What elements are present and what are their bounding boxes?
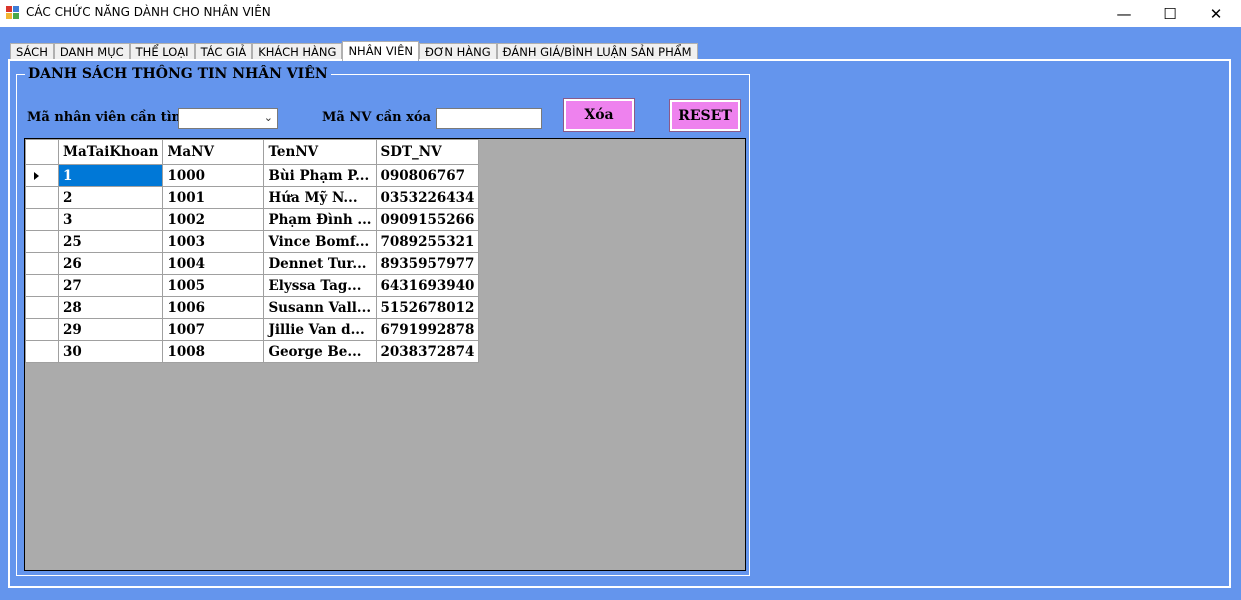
- table-cell[interactable]: 1008: [162, 340, 265, 363]
- chevron-down-icon[interactable]: ⌄: [264, 111, 273, 124]
- table-cell[interactable]: 1000: [162, 164, 265, 187]
- table-cell[interactable]: Hứa Mỹ N...: [263, 186, 377, 209]
- row-header[interactable]: [25, 186, 59, 209]
- table-row[interactable]: 30 1008 George Be... 2038372874: [25, 340, 480, 363]
- table-row[interactable]: 1 1000 Bùi Phạm P... 090806767: [25, 164, 480, 187]
- column-header-sdt-nv[interactable]: SDT_NV: [375, 139, 480, 165]
- table-cell[interactable]: 1007: [162, 318, 265, 341]
- search-label: Mã nhân viên cần tìm: [27, 110, 186, 125]
- table-cell[interactable]: Phạm Đình ...: [263, 208, 377, 231]
- row-header[interactable]: [25, 164, 59, 187]
- tab-strip: SÁCH DANH MỤC THỂ LOẠI TÁC GIẢ KHÁCH HÀN…: [10, 41, 698, 61]
- row-pointer-icon: [34, 171, 39, 180]
- window-title-bar[interactable]: CÁC CHỨC NĂNG DÀNH CHO NHÂN VIÊN — ☐ ✕: [0, 0, 1241, 27]
- delete-id-input[interactable]: [436, 108, 542, 129]
- table-cell[interactable]: Susann Vall...: [263, 296, 377, 319]
- table-cell[interactable]: 6791992878: [375, 318, 480, 341]
- table-row[interactable]: 27 1005 Elyssa Tag... 6431693940: [25, 274, 480, 297]
- table-cell[interactable]: 29: [57, 318, 164, 341]
- table-cell[interactable]: 30: [57, 340, 164, 363]
- close-button[interactable]: ✕: [1193, 0, 1239, 27]
- table-row[interactable]: 2 1001 Hứa Mỹ N... 0353226434: [25, 186, 480, 209]
- row-header[interactable]: [25, 208, 59, 231]
- table-cell[interactable]: 7089255321: [375, 230, 480, 253]
- table-cell[interactable]: 0353226434: [375, 186, 480, 209]
- table-cell[interactable]: Elyssa Tag...: [263, 274, 377, 297]
- table-row[interactable]: 3 1002 Phạm Đình ... 0909155266: [25, 208, 480, 231]
- table-cell[interactable]: 1001: [162, 186, 265, 209]
- tab-nhan-vien[interactable]: NHÂN VIÊN: [342, 41, 419, 61]
- window-title: CÁC CHỨC NĂNG DÀNH CHO NHÂN VIÊN: [26, 5, 271, 19]
- delete-label: Mã NV cần xóa: [322, 110, 431, 125]
- table-cell[interactable]: 5152678012: [375, 296, 480, 319]
- table-cell[interactable]: Bùi Phạm P...: [263, 164, 377, 187]
- column-header-mataikhoan[interactable]: MaTaiKhoan: [57, 139, 164, 165]
- table-cell[interactable]: 27: [57, 274, 164, 297]
- maximize-button[interactable]: ☐: [1147, 0, 1193, 27]
- group-title: DANH SÁCH THÔNG TIN NHÂN VIÊN: [25, 66, 331, 82]
- row-header-corner[interactable]: [25, 139, 59, 165]
- table-cell[interactable]: 1: [57, 164, 164, 187]
- row-header[interactable]: [25, 274, 59, 297]
- row-header[interactable]: [25, 252, 59, 275]
- table-cell[interactable]: George Be...: [263, 340, 377, 363]
- row-header[interactable]: [25, 340, 59, 363]
- table-row[interactable]: 25 1003 Vince Bomf... 7089255321: [25, 230, 480, 253]
- table-row[interactable]: 28 1006 Susann Vall... 5152678012: [25, 296, 480, 319]
- delete-button[interactable]: Xóa: [563, 98, 635, 132]
- app-icon: [6, 6, 20, 20]
- table-cell[interactable]: 1002: [162, 208, 265, 231]
- employee-id-combobox[interactable]: ⌄: [178, 108, 278, 129]
- table-header-row: MaTaiKhoan MaNV TenNV SDT_NV: [25, 139, 480, 165]
- minimize-button[interactable]: —: [1101, 0, 1147, 27]
- row-header[interactable]: [25, 318, 59, 341]
- table-cell[interactable]: Jillie Van d...: [263, 318, 377, 341]
- table-cell[interactable]: 25: [57, 230, 164, 253]
- table-cell[interactable]: 3: [57, 208, 164, 231]
- table-cell[interactable]: 090806767: [375, 164, 480, 187]
- table-row[interactable]: 26 1004 Dennet Tur... 8935957977: [25, 252, 480, 275]
- table-row[interactable]: 29 1007 Jillie Van d... 6791992878: [25, 318, 480, 341]
- row-header[interactable]: [25, 296, 59, 319]
- table-cell[interactable]: 26: [57, 252, 164, 275]
- column-header-tennv[interactable]: TenNV: [263, 139, 377, 165]
- row-header[interactable]: [25, 230, 59, 253]
- table-cell[interactable]: 2038372874: [375, 340, 480, 363]
- table-cell[interactable]: 1005: [162, 274, 265, 297]
- table-cell[interactable]: Vince Bomf...: [263, 230, 377, 253]
- reset-button[interactable]: RESET: [669, 99, 741, 132]
- table-cell[interactable]: 1004: [162, 252, 265, 275]
- table-cell[interactable]: 28: [57, 296, 164, 319]
- employee-table: MaTaiKhoan MaNV TenNV SDT_NV 1 1000 Bùi Ph…: [25, 139, 480, 363]
- table-cell[interactable]: 1006: [162, 296, 265, 319]
- employee-datagrid[interactable]: MaTaiKhoan MaNV TenNV SDT_NV 1 1000 Bùi Ph…: [24, 138, 746, 571]
- table-cell[interactable]: 0909155266: [375, 208, 480, 231]
- column-header-manv[interactable]: MaNV: [162, 139, 265, 165]
- table-cell[interactable]: 1003: [162, 230, 265, 253]
- table-cell[interactable]: Dennet Tur...: [263, 252, 377, 275]
- table-cell[interactable]: 6431693940: [375, 274, 480, 297]
- table-cell[interactable]: 8935957977: [375, 252, 480, 275]
- table-cell[interactable]: 2: [57, 186, 164, 209]
